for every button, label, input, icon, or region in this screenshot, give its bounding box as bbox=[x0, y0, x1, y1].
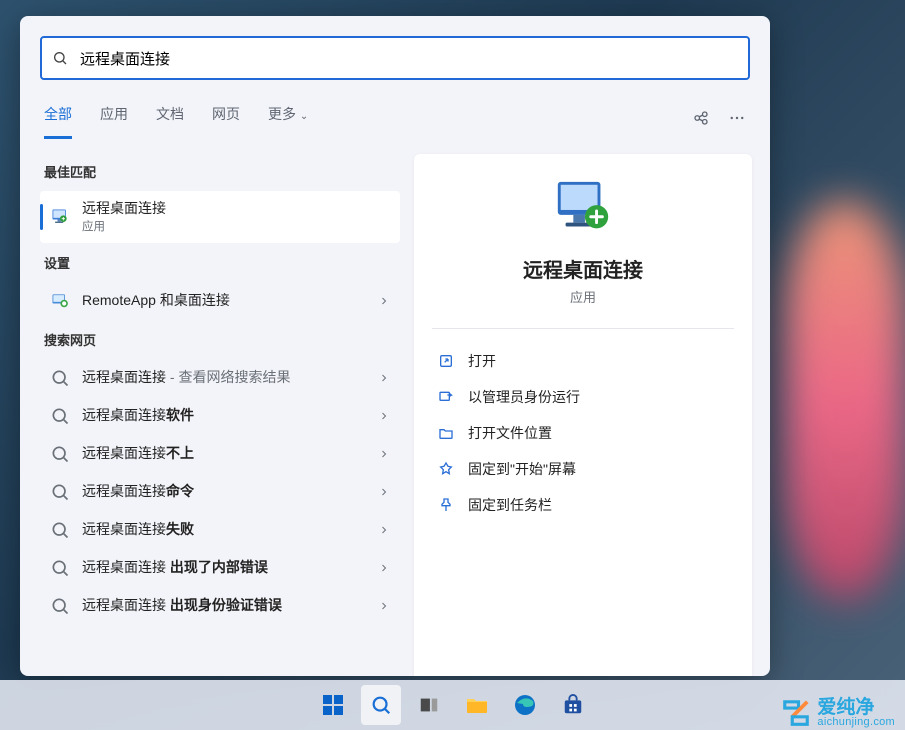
folder-icon bbox=[465, 693, 489, 717]
taskbar-store[interactable] bbox=[553, 685, 593, 725]
watermark-icon bbox=[781, 698, 811, 728]
action-label: 固定到"开始"屏幕 bbox=[468, 459, 576, 479]
chevron-right-icon bbox=[378, 486, 390, 498]
pin-icon bbox=[438, 497, 454, 513]
result-title: RemoteApp 和桌面连接 bbox=[82, 292, 230, 309]
result-web-4[interactable]: 远程桌面连接失败 bbox=[40, 511, 400, 549]
action-pin-start[interactable]: 固定到"开始"屏幕 bbox=[432, 451, 734, 487]
search-icon bbox=[50, 368, 70, 388]
folder-icon bbox=[438, 425, 454, 441]
results-list: 最佳匹配 远程桌面连接 应用 设置 RemoteApp 和桌面连接 搜索网页 远… bbox=[20, 140, 408, 676]
windows-icon bbox=[321, 693, 345, 717]
search-icon bbox=[50, 444, 70, 464]
start-button[interactable] bbox=[313, 685, 353, 725]
desktop-wallpaper-accent bbox=[785, 200, 905, 600]
result-best-match[interactable]: 远程桌面连接 应用 bbox=[40, 191, 400, 243]
share-icon[interactable] bbox=[692, 109, 710, 127]
search-icon bbox=[50, 482, 70, 502]
tab-more[interactable]: 更多 ⌄ bbox=[268, 96, 308, 139]
result-title: 远程桌面连接 出现了内部错误 bbox=[82, 559, 268, 576]
result-title: 远程桌面连接不上 bbox=[82, 445, 194, 462]
chevron-right-icon bbox=[378, 372, 390, 384]
action-open-location[interactable]: 打开文件位置 bbox=[432, 415, 734, 451]
action-label: 固定到任务栏 bbox=[468, 495, 552, 515]
action-label: 打开文件位置 bbox=[468, 423, 552, 443]
taskbar-explorer[interactable] bbox=[457, 685, 497, 725]
chevron-right-icon bbox=[378, 295, 390, 307]
rdp-icon bbox=[50, 207, 70, 227]
result-remoteapp[interactable]: RemoteApp 和桌面连接 bbox=[40, 282, 400, 320]
preview-pane: 远程桌面连接 应用 打开 以管理员身份运行 bbox=[414, 154, 752, 676]
search-input[interactable] bbox=[78, 49, 738, 68]
result-title: 远程桌面连接 bbox=[82, 200, 166, 217]
tabs: 全部 应用 文档 网页 更多 ⌄ bbox=[20, 86, 770, 140]
search-bar[interactable] bbox=[40, 36, 750, 80]
chevron-right-icon bbox=[378, 524, 390, 536]
chevron-right-icon bbox=[378, 600, 390, 612]
result-web-6[interactable]: 远程桌面连接 出现身份验证错误 bbox=[40, 587, 400, 625]
result-web-5[interactable]: 远程桌面连接 出现了内部错误 bbox=[40, 549, 400, 587]
tab-all[interactable]: 全部 bbox=[44, 96, 72, 139]
chevron-right-icon bbox=[378, 448, 390, 460]
watermark-cn: 爱纯净 bbox=[817, 698, 895, 717]
result-title: 远程桌面连接失败 bbox=[82, 521, 194, 538]
section-best-match: 最佳匹配 bbox=[40, 154, 400, 189]
admin-icon bbox=[438, 389, 454, 405]
search-icon bbox=[50, 558, 70, 578]
taskbar bbox=[0, 680, 905, 730]
preview-title: 远程桌面连接 bbox=[523, 254, 643, 283]
result-web-1[interactable]: 远程桌面连接软件 bbox=[40, 397, 400, 435]
search-panel: 全部 应用 文档 网页 更多 ⌄ 最佳匹配 远程桌面连接 应用 设 bbox=[20, 16, 770, 676]
search-icon bbox=[50, 596, 70, 616]
result-title: 远程桌面连接命令 bbox=[82, 483, 194, 500]
section-settings: 设置 bbox=[40, 245, 400, 280]
result-title: 远程桌面连接 出现身份验证错误 bbox=[82, 597, 282, 614]
chevron-right-icon bbox=[378, 562, 390, 574]
search-icon bbox=[370, 694, 392, 716]
action-label: 打开 bbox=[468, 351, 496, 371]
separator bbox=[432, 328, 734, 329]
action-pin-taskbar[interactable]: 固定到任务栏 bbox=[432, 487, 734, 523]
preview-type: 应用 bbox=[570, 287, 596, 306]
remoteapp-icon bbox=[50, 291, 70, 311]
result-subtitle: 应用 bbox=[82, 218, 166, 234]
action-run-admin[interactable]: 以管理员身份运行 bbox=[432, 379, 734, 415]
edge-icon bbox=[513, 693, 537, 717]
watermark: 爱纯净 aichunjing.com bbox=[781, 698, 895, 728]
search-icon bbox=[52, 50, 68, 66]
result-web-0[interactable]: 远程桌面连接 - 查看网络搜索结果 bbox=[40, 359, 400, 397]
watermark-url: aichunjing.com bbox=[817, 717, 895, 728]
result-web-2[interactable]: 远程桌面连接不上 bbox=[40, 435, 400, 473]
taskview-icon bbox=[418, 694, 440, 716]
result-web-3[interactable]: 远程桌面连接命令 bbox=[40, 473, 400, 511]
chevron-right-icon bbox=[378, 410, 390, 422]
store-icon bbox=[562, 694, 584, 716]
section-web: 搜索网页 bbox=[40, 322, 400, 357]
search-icon bbox=[50, 520, 70, 540]
tab-docs[interactable]: 文档 bbox=[156, 96, 184, 139]
tab-web[interactable]: 网页 bbox=[212, 96, 240, 139]
action-label: 以管理员身份运行 bbox=[468, 387, 580, 407]
open-icon bbox=[438, 353, 454, 369]
pin-icon bbox=[438, 461, 454, 477]
search-icon bbox=[50, 406, 70, 426]
taskbar-taskview[interactable] bbox=[409, 685, 449, 725]
action-open[interactable]: 打开 bbox=[432, 343, 734, 379]
tab-apps[interactable]: 应用 bbox=[100, 96, 128, 139]
more-icon[interactable] bbox=[728, 109, 746, 127]
result-title: 远程桌面连接 - 查看网络搜索结果 bbox=[82, 369, 290, 386]
taskbar-edge[interactable] bbox=[505, 685, 545, 725]
rdp-icon-large bbox=[552, 178, 614, 240]
taskbar-search[interactable] bbox=[361, 685, 401, 725]
result-title: 远程桌面连接软件 bbox=[82, 407, 194, 424]
